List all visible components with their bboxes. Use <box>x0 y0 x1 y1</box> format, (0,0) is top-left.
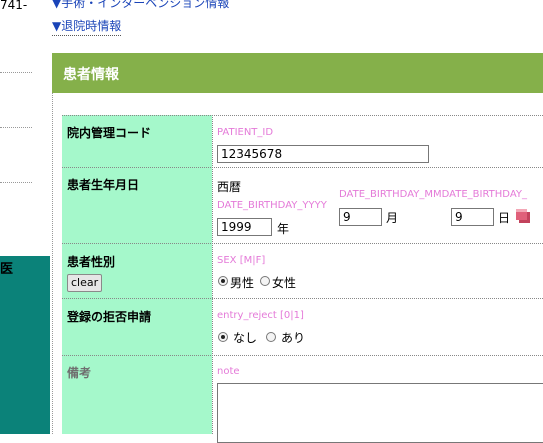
sidebar-code-fragment: 741- <box>0 0 28 12</box>
birthday-day-input[interactable] <box>451 208 494 226</box>
row-divider <box>62 243 543 244</box>
birthday-month-unit: 月 <box>386 211 399 225</box>
sidebar-divider <box>0 72 32 73</box>
row-divider <box>62 298 543 299</box>
left-sidebar-fragment: 741- 医 <box>0 0 50 434</box>
note-textarea[interactable] <box>217 383 543 443</box>
sidebar-divider <box>0 127 32 128</box>
birthday-year-key: DATE_BIRTHDAY_YYYY <box>217 200 327 211</box>
sex-option-male: 男性 <box>230 276 255 290</box>
entry-reject-option-yes: あり <box>281 331 306 345</box>
patient-id-label: 院内管理コード <box>67 126 152 140</box>
entry-reject-option-none: なし <box>233 331 258 345</box>
patient-id-key: PATIENT_ID <box>217 127 274 138</box>
entry-reject-key: entry_reject [0|1] <box>217 310 304 321</box>
birthday-day-unit: 日 <box>498 211 511 225</box>
sidebar-teal-panel: 医 <box>0 256 50 434</box>
birthday-month-input[interactable] <box>339 208 382 226</box>
column-divider <box>212 115 213 434</box>
sex-key: SEX [M|F] <box>217 255 266 266</box>
entry-reject-radio-none[interactable] <box>218 332 228 342</box>
entry-reject-label: 登録の拒否申請 <box>67 310 152 324</box>
calendar-icon[interactable] <box>515 208 531 224</box>
sex-label: 患者性別 <box>67 255 116 269</box>
note-key: note <box>217 366 240 377</box>
note-label: 備考 <box>67 366 92 380</box>
entry-reject-radio-yes[interactable] <box>266 332 276 342</box>
row-divider <box>62 167 543 168</box>
nav-link-discharge-info[interactable]: ▼退院時情報 <box>52 17 122 36</box>
birthday-era: 西暦 <box>217 180 242 194</box>
row-divider <box>62 115 543 116</box>
section-header: 患者情報 <box>52 53 543 93</box>
section-title: 患者情報 <box>63 67 119 83</box>
patient-id-input[interactable] <box>217 145 429 163</box>
sex-radio-male[interactable] <box>218 276 228 286</box>
sidebar-teal-label: 医 <box>0 262 14 277</box>
sex-clear-button[interactable]: clear <box>67 274 103 292</box>
sidebar-divider <box>0 182 32 183</box>
birthday-year-input[interactable] <box>217 218 272 236</box>
birthday-month-day-key: DATE_BIRTHDAY_MMDATE_BIRTHDAY_ <box>339 189 527 200</box>
row-divider <box>62 355 543 356</box>
birthday-label: 患者生年月日 <box>67 178 140 192</box>
sex-radio-female[interactable] <box>260 276 270 286</box>
nav-link-surgery-info[interactable]: ▼手術・インターベンション情報 <box>52 0 229 11</box>
birthday-year-unit: 年 <box>277 222 290 236</box>
sex-option-female: 女性 <box>272 276 297 290</box>
